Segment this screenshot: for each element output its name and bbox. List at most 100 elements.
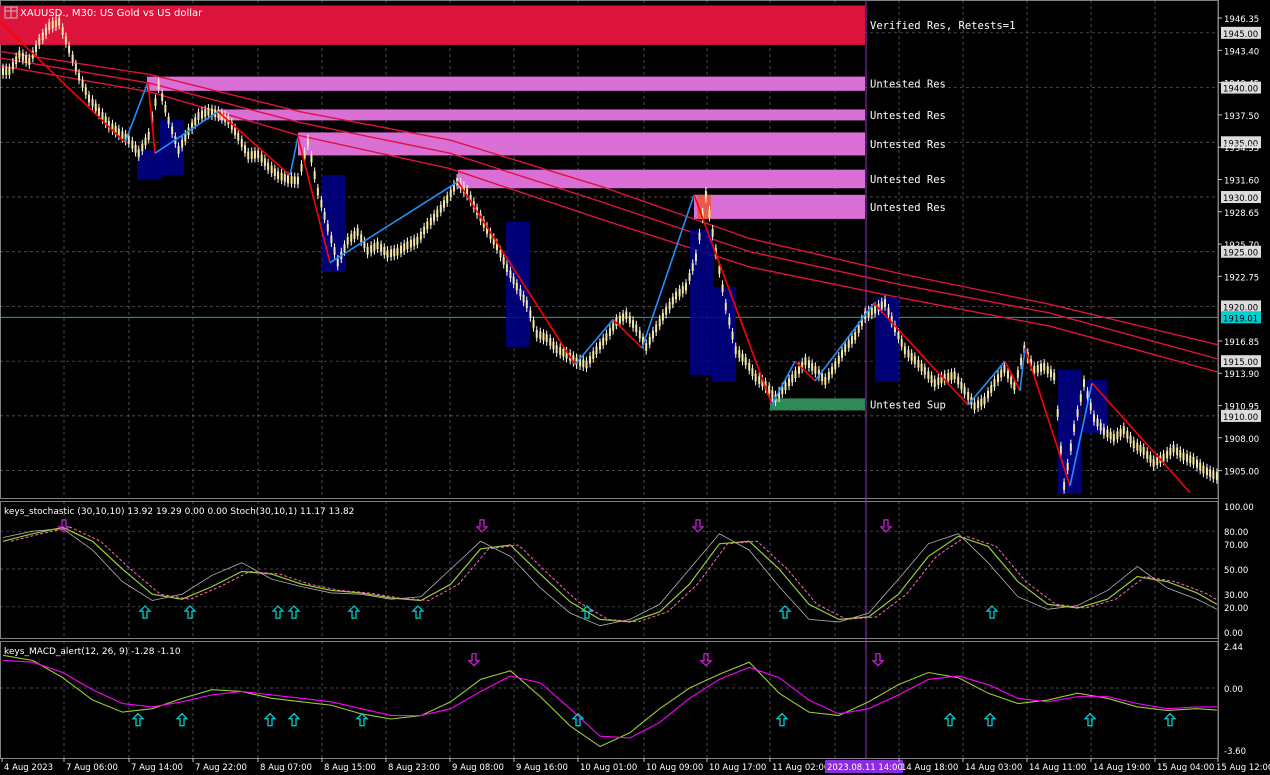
sr-zone-label: Untested Res [870,79,946,91]
price-bar-body [316,187,319,196]
price-bar-body [154,98,157,106]
stoch-axis-label: 30.00 [1224,591,1248,601]
price-bar-body [1043,362,1046,371]
price-bar-body [171,126,174,135]
price-bar-body [296,176,299,185]
time-axis-label: 10 Aug 09:00 [646,763,703,773]
price-bar-body [1092,414,1095,422]
macd-title: keys_MACD_alert(12, 26, 9) -1.28 -1.10 [4,647,181,657]
price-bar-body [694,253,697,262]
time-axis-label: 14 Aug 18:00 [901,763,958,773]
price-bar-body [608,328,611,336]
price-axis-label: 1916.85 [1224,338,1259,348]
price-bar-body [426,221,429,230]
price-bar-body [990,385,993,393]
price-bar-body [280,172,283,181]
price-bar-body [147,131,150,140]
price-bar-body [343,244,346,252]
price-bar-body [529,310,532,318]
price-bar-body [658,318,661,327]
price-bar-body [874,305,877,314]
price-bar-body [54,19,57,28]
price-bar-body [728,317,731,325]
price-axis-label: 1928.65 [1224,209,1259,219]
price-bar-body [184,133,187,142]
price-bar-body [913,356,916,364]
price-bar-body [585,360,588,369]
price-bar-body [545,334,548,343]
price-bar-body [419,231,422,240]
price-bar-body [678,288,681,297]
price-bar-body [618,315,621,324]
time-axis-label: 8 Aug 23:00 [388,763,440,773]
price-bar-body [549,338,552,346]
price-bar-body [685,282,687,291]
stoch-axis-label: 50.00 [1224,566,1248,576]
price-bar-body [194,117,197,125]
price-bar-body [376,241,379,249]
price-bar-body [423,226,426,235]
price-bar-body [671,296,674,305]
price-bar-body [310,154,313,163]
price-bar-body [273,168,276,177]
price-bar-body [953,371,956,380]
price-bar-body [1013,382,1016,391]
price-bar-body [841,350,843,358]
price-bar-body [181,139,184,148]
price-level-label: 1925.00 [1223,249,1258,259]
price-bar-body [390,249,393,258]
price-bar-body [754,373,757,382]
sr-zone-untested_res [458,169,865,189]
price-bar-body [721,284,724,293]
time-axis-label: 7 Aug 14:00 [131,763,183,773]
price-bar-body [409,239,412,248]
highlight-box [322,175,346,272]
price-bar-body [330,235,333,244]
price-bar-body [350,234,353,242]
stoch-axis-label: 100.00 [1224,503,1254,513]
price-bar-body [25,55,28,63]
price-bar-body [386,250,389,258]
price-bar-body [1003,365,1006,373]
price-bar-body [234,127,237,136]
price-bar-body [910,352,913,361]
price-bar-body [1016,370,1019,378]
price-level-label: 1940.00 [1223,85,1258,95]
price-bar-body [1106,429,1109,438]
chart-header: XAUUSD., M30: US Gold vs US dollar [4,6,203,19]
price-bar-body [380,244,383,252]
price-bar-body [300,163,303,172]
sr-zone-untested_res [298,132,865,156]
price-bar-body [963,386,966,395]
price-bar-body [814,366,817,374]
price-bar-body [396,247,399,256]
price-bar-body [645,343,648,351]
time-axis-label: 14 Aug 03:00 [965,763,1022,773]
price-bar-body [8,67,11,75]
price-bar-body [917,359,920,368]
price-bar-body [64,36,67,44]
price-bar-body [1146,451,1149,459]
price-bar-body [41,32,44,41]
time-axis-label: 8 Aug 07:00 [260,763,312,773]
price-bar-body [502,257,505,265]
highlight-box [506,222,530,347]
price-bar-body [356,228,359,236]
price-bar-body [68,45,71,54]
price-bar-body [983,396,986,405]
price-bar-body [61,27,64,35]
price-bar-body [681,285,684,294]
time-axis-label: 11 Aug 02:00 [772,763,829,773]
price-bar-body [84,87,87,96]
price-bar-body [920,363,923,372]
price-bar-body [562,348,565,357]
price-bar-body [930,375,933,383]
trading-chart[interactable]: Verified Res, Retests=1 Untested Res Untes… [0,0,1270,775]
price-bar-body [1149,455,1152,463]
price-bar-body [323,211,326,220]
price-bar-body [446,195,449,204]
time-axis-label: 15 Aug 04:00 [1157,763,1214,773]
price-bar-body [522,294,525,303]
price-bar-body [400,245,402,254]
time-axis-label: 10 Aug 17:00 [709,763,766,773]
